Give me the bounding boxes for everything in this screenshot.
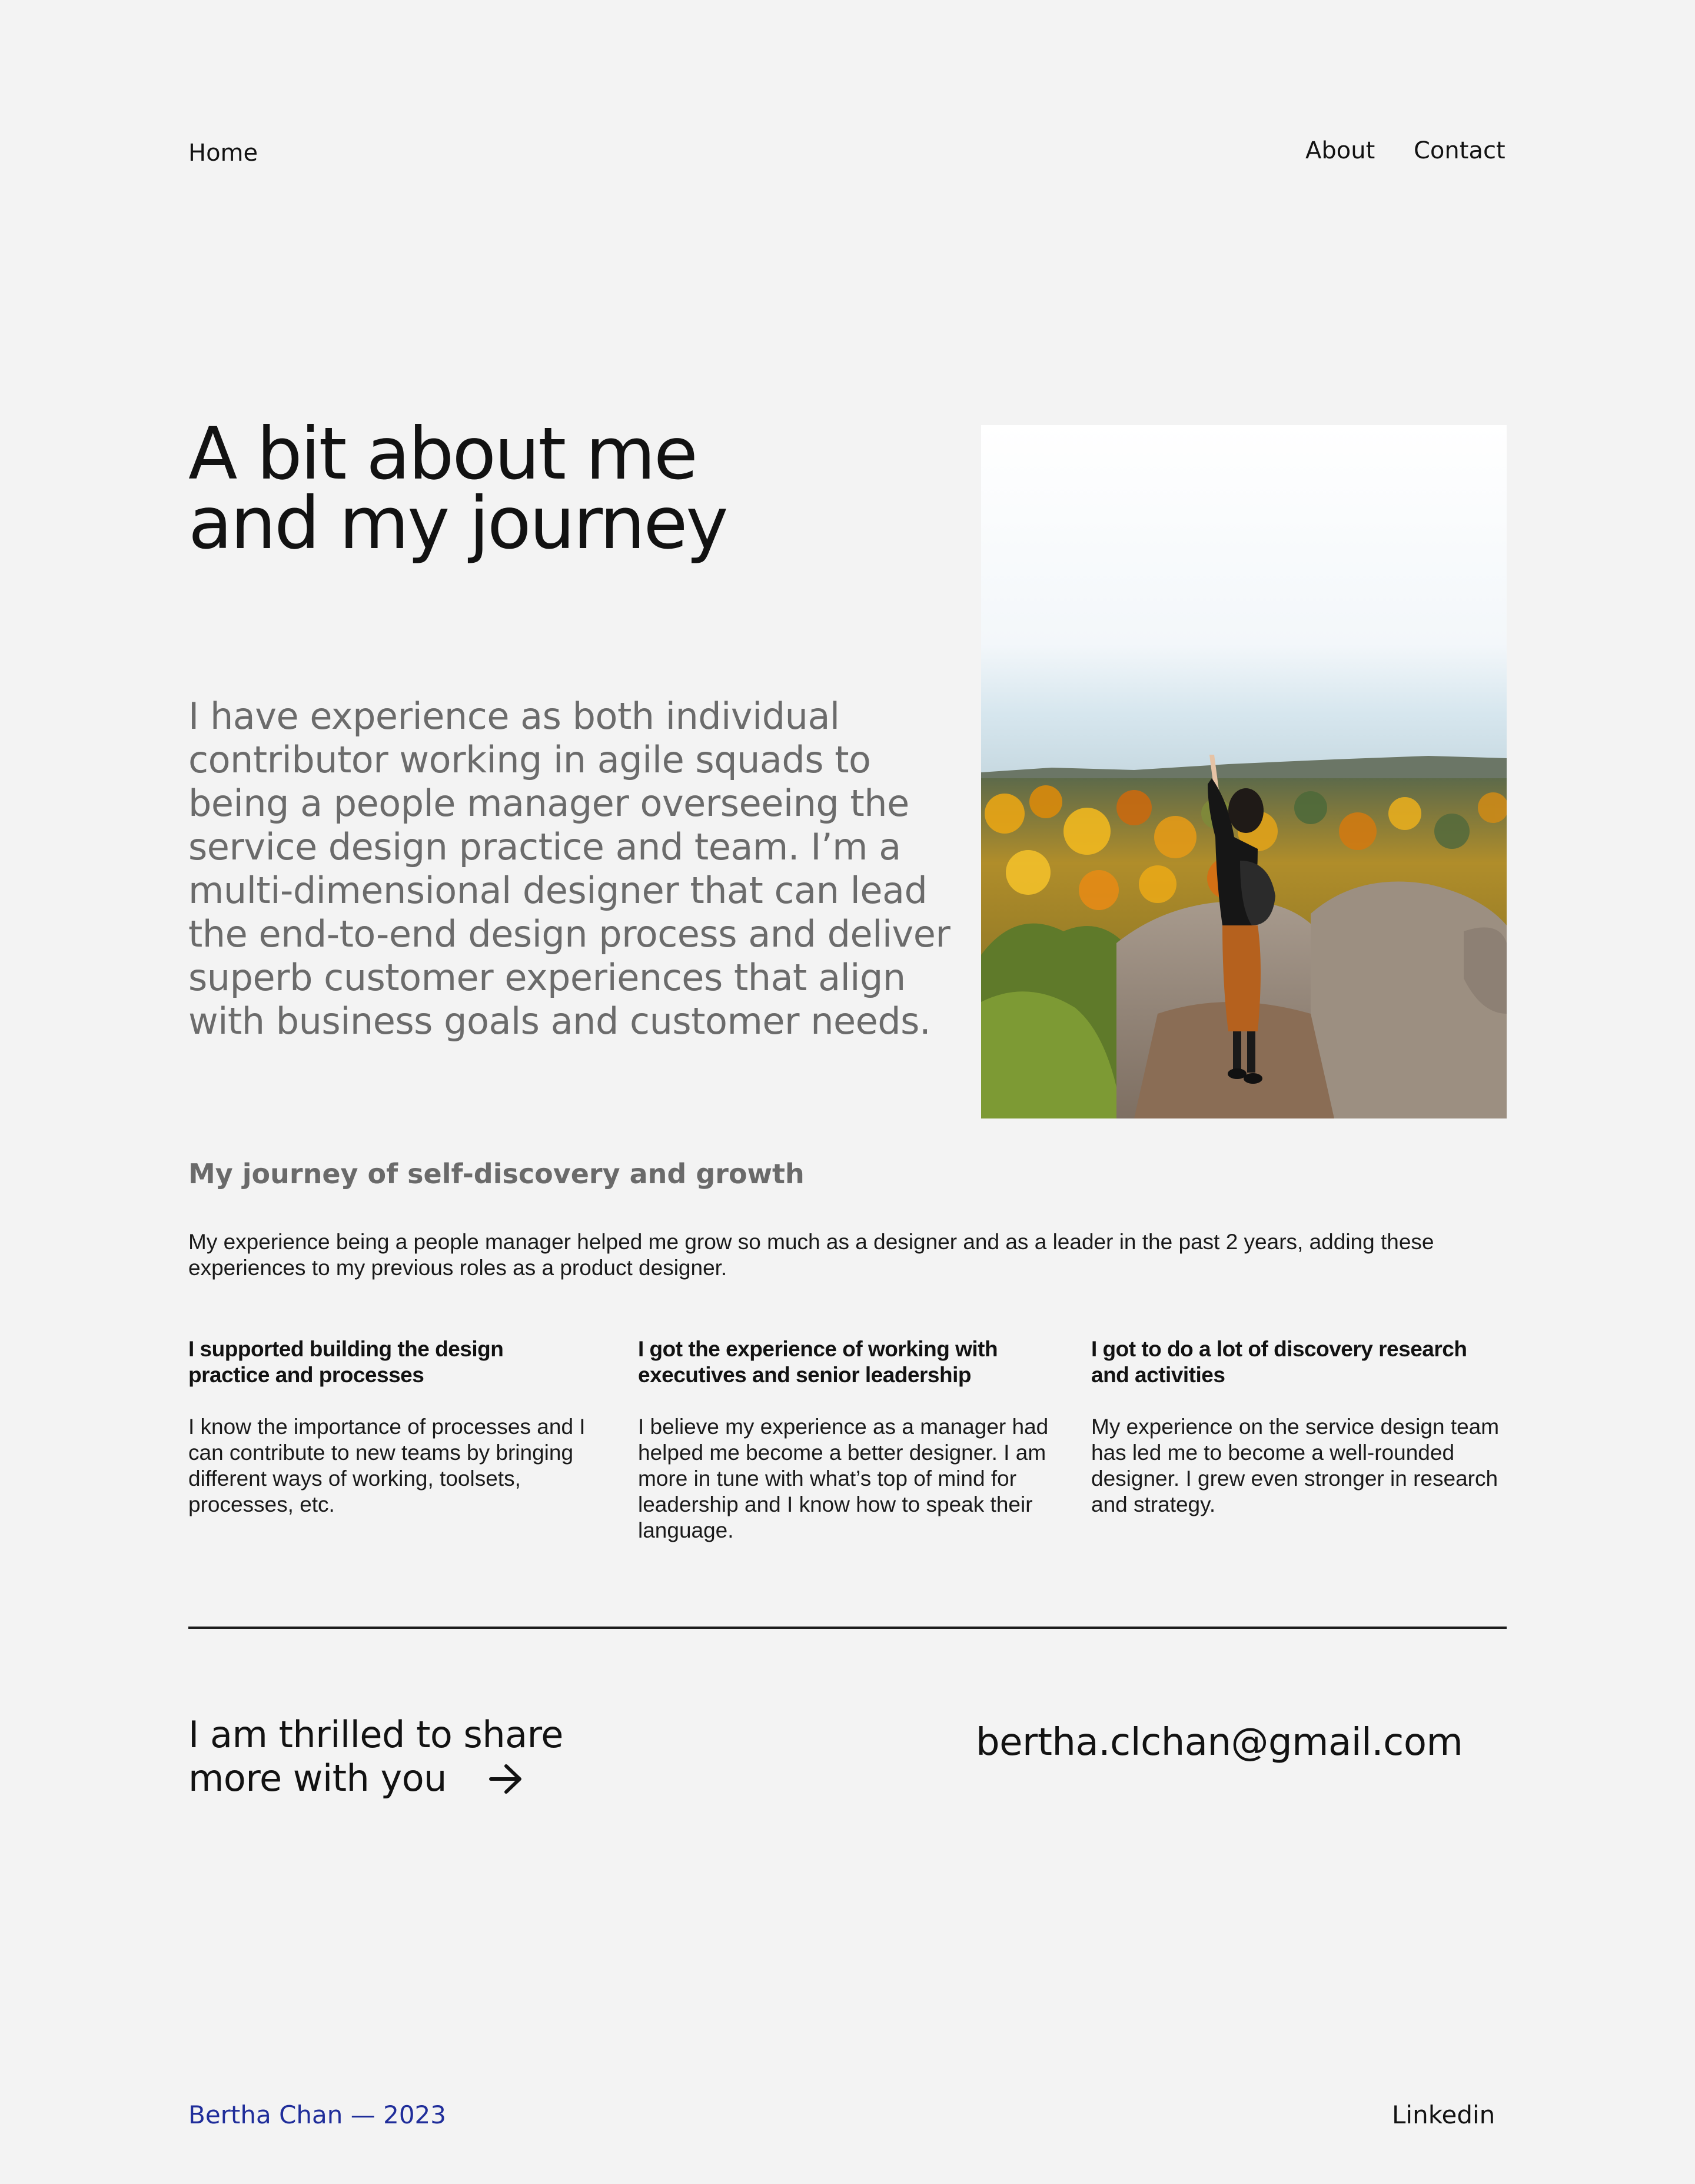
arrow-right-icon[interactable] — [488, 1763, 524, 1795]
journey-column-3: I got to do a lot of discovery research … — [1091, 1336, 1507, 1518]
email-link[interactable]: bertha.clchan@gmail.com — [976, 1720, 1463, 1765]
journey-column-title: I got to do a lot of discovery research … — [1091, 1337, 1467, 1387]
journey-column-2: I got the experience of working with exe… — [638, 1336, 1050, 1544]
section-divider — [188, 1627, 1507, 1629]
journey-column-title: I got the experience of working with exe… — [638, 1337, 998, 1387]
journey-heading: My journey of self-discovery and growth — [188, 1158, 805, 1190]
page-title: A bit about me and my journey — [188, 412, 953, 565]
cta-line-1: I am thrilled to share — [188, 1713, 563, 1756]
journey-column-body: My experience on the service design team… — [1091, 1415, 1500, 1516]
profile-photo — [981, 425, 1507, 1118]
intro-paragraph: I have experience as both individual con… — [188, 695, 950, 1043]
page-title-line-1: A bit about me — [188, 412, 698, 496]
linkedin-link[interactable]: Linkedin — [1392, 2100, 1495, 2130]
journey-column-body: I believe my experience as a manager had… — [638, 1415, 1049, 1542]
journey-column-1: I supported building the design practice… — [188, 1336, 589, 1518]
page-title-line-2: and my journey — [188, 482, 729, 565]
footer-copyright: Bertha Chan — 2023 — [188, 2100, 446, 2129]
journey-intro: My experience being a people manager hel… — [188, 1230, 1434, 1280]
nav-about-link[interactable]: About — [1305, 139, 1375, 162]
journey-column-body: I know the importance of processes and I… — [188, 1415, 586, 1516]
nav-home-link[interactable]: Home — [188, 141, 258, 165]
nav-contact-link[interactable]: Contact — [1414, 139, 1505, 162]
journey-column-title: I supported building the design practice… — [188, 1337, 504, 1387]
